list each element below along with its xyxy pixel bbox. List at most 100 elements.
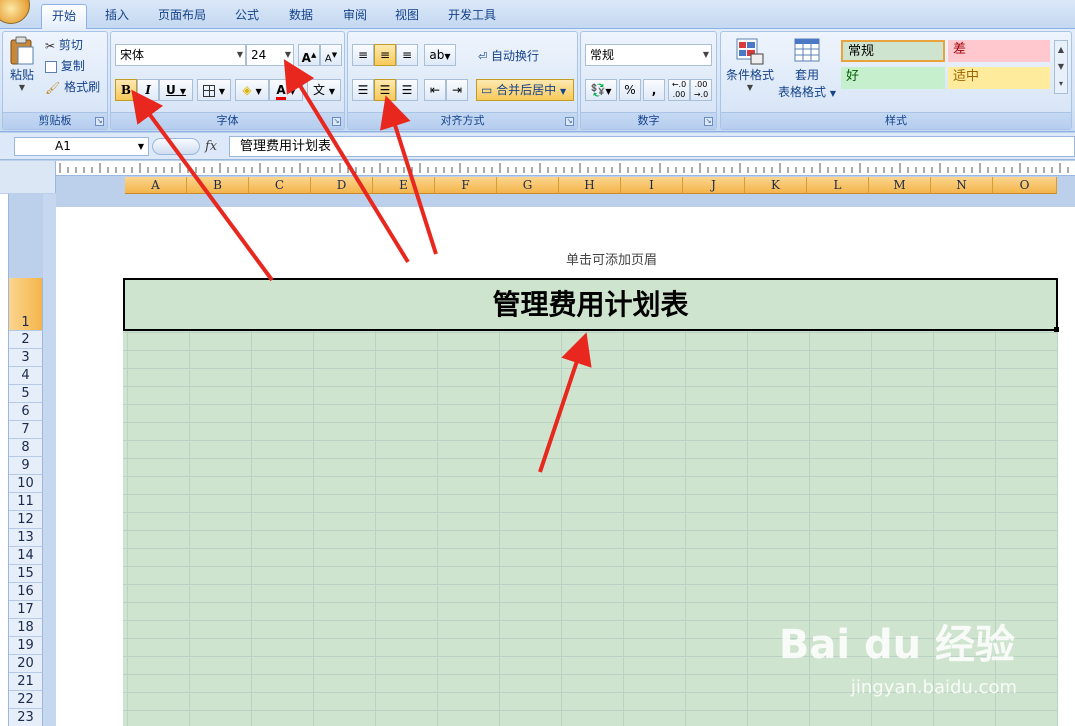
fill-color-button[interactable]: ◈ ▼ — [235, 79, 269, 101]
font-name-combo[interactable]: 宋体 ▼ — [115, 44, 246, 66]
merged-title-cell[interactable]: 管理费用计划表 — [123, 278, 1058, 331]
align-top-button[interactable]: ≡ — [352, 44, 374, 66]
styles-gallery-scroll[interactable]: ▲ ▼ ▾ — [1054, 40, 1068, 94]
grow-font-button[interactable]: A▲ — [298, 44, 320, 66]
cut-button[interactable]: ✂ 剪切 — [45, 36, 83, 53]
column-header[interactable]: J — [683, 177, 745, 194]
row-header[interactable]: 21 — [9, 673, 43, 691]
increase-decimal-button[interactable]: ←.0.00 — [668, 79, 690, 101]
copy-button[interactable]: 复制 — [45, 57, 85, 74]
select-all-corner[interactable] — [0, 161, 56, 193]
column-header[interactable]: D — [311, 177, 373, 194]
row-header[interactable]: 12 — [9, 511, 43, 529]
row-header[interactable]: 15 — [9, 565, 43, 583]
bold-button[interactable]: B — [115, 79, 137, 101]
merge-center-button[interactable]: ▭ 合并后居中 ▼ — [476, 79, 574, 101]
row-header[interactable]: 16 — [9, 583, 43, 601]
clipboard-launcher-icon[interactable]: ↘ — [95, 117, 104, 126]
brush-icon: 🖌 — [45, 80, 61, 95]
row-header[interactable]: 13 — [9, 529, 43, 547]
number-format-combo[interactable]: 常规 ▼ — [585, 44, 712, 66]
column-header[interactable]: H — [559, 177, 621, 194]
row-header[interactable]: 11 — [9, 493, 43, 511]
font-launcher-icon[interactable]: ↘ — [332, 117, 341, 126]
tab-formulas[interactable]: 公式 — [226, 4, 268, 29]
orientation-button[interactable]: ab▼ — [424, 44, 456, 66]
row-header[interactable]: 4 — [9, 367, 43, 385]
name-box[interactable]: A1 ▼ — [14, 137, 149, 156]
row-header[interactable]: 10 — [9, 475, 43, 493]
percent-button[interactable]: % — [619, 79, 641, 101]
row-header[interactable]: 2 — [9, 331, 43, 349]
page-header-hint[interactable]: 单击可添加页眉 — [566, 249, 657, 268]
office-button[interactable] — [0, 0, 30, 24]
italic-button[interactable]: I — [137, 79, 159, 101]
paste-button[interactable]: 粘贴 ▼ — [7, 36, 37, 92]
row-header[interactable]: 9 — [9, 457, 43, 475]
tab-review[interactable]: 审阅 — [334, 4, 376, 29]
format-painter-button[interactable]: 🖌 格式刷 — [45, 78, 100, 95]
borders-button[interactable]: ▼ — [197, 79, 231, 101]
formula-input[interactable]: 管理费用计划表 — [229, 136, 1075, 157]
row-header[interactable]: 8 — [9, 439, 43, 457]
phonetic-button[interactable]: 文 ▼ — [307, 79, 341, 101]
decrease-decimal-button[interactable]: .00 →.0 — [690, 79, 712, 101]
column-header[interactable]: M — [869, 177, 931, 194]
row-header[interactable]: 7 — [9, 421, 43, 439]
formula-bar-splitter[interactable] — [152, 138, 200, 155]
align-bottom-icon: ≡ — [401, 48, 413, 62]
increase-indent-button[interactable]: ⇥ — [446, 79, 468, 101]
align-bottom-button[interactable]: ≡ — [396, 44, 418, 66]
row-header[interactable]: 1 — [9, 278, 43, 331]
comma-button[interactable]: , — [643, 79, 665, 101]
row-header[interactable]: 23 — [9, 709, 43, 726]
currency-button[interactable]: 💱▼ — [585, 79, 617, 101]
tab-view[interactable]: 视图 — [386, 4, 428, 29]
align-right-button[interactable]: ☰ — [396, 79, 418, 101]
align-left-button[interactable]: ☰ — [352, 79, 374, 101]
tab-insert[interactable]: 插入 — [96, 4, 138, 29]
row-header[interactable]: 14 — [9, 547, 43, 565]
column-header[interactable]: L — [807, 177, 869, 194]
number-launcher-icon[interactable]: ↘ — [704, 117, 713, 126]
conditional-formatting-button[interactable]: 条件格式 ▼ — [725, 36, 775, 92]
style-cell-neutral[interactable]: 适中 — [948, 67, 1050, 89]
column-header[interactable]: F — [435, 177, 497, 194]
column-header[interactable]: I — [621, 177, 683, 194]
row-header[interactable]: 5 — [9, 385, 43, 403]
shrink-font-button[interactable]: A▼ — [320, 44, 342, 66]
column-header[interactable]: B — [187, 177, 249, 194]
row-header[interactable]: 20 — [9, 655, 43, 673]
row-header[interactable]: 6 — [9, 403, 43, 421]
font-color-button[interactable]: A ▼ — [269, 79, 303, 101]
font-size-combo[interactable]: 24 ▼ — [246, 44, 294, 66]
tab-developer[interactable]: 开发工具 — [440, 4, 504, 29]
decrease-indent-button[interactable]: ⇤ — [424, 79, 446, 101]
style-cell-normal[interactable]: 常规 — [841, 40, 945, 62]
column-header[interactable]: G — [497, 177, 559, 194]
row-header[interactable]: 18 — [9, 619, 43, 637]
tab-page-layout[interactable]: 页面布局 — [150, 4, 214, 29]
format-as-table-button[interactable]: 套用 表格格式 ▼ — [777, 36, 837, 100]
column-header[interactable]: K — [745, 177, 807, 194]
column-header[interactable]: O — [993, 177, 1057, 194]
wrap-text-button[interactable]: ⏎ 自动换行 — [478, 47, 539, 64]
column-header[interactable]: N — [931, 177, 993, 194]
style-cell-bad[interactable]: 差 — [948, 40, 1050, 62]
row-header[interactable]: 19 — [9, 637, 43, 655]
insert-function-icon[interactable]: fx — [205, 139, 217, 154]
row-header[interactable]: 22 — [9, 691, 43, 709]
style-cell-good[interactable]: 好 — [841, 67, 945, 89]
underline-button[interactable]: U ▼ — [159, 79, 193, 101]
row-header[interactable]: 17 — [9, 601, 43, 619]
tab-data[interactable]: 数据 — [280, 4, 322, 29]
column-header[interactable]: E — [373, 177, 435, 194]
column-header[interactable]: A — [125, 177, 187, 194]
alignment-launcher-icon[interactable]: ↘ — [565, 117, 574, 126]
row-header[interactable]: 3 — [9, 349, 43, 367]
fill-handle[interactable] — [1054, 327, 1059, 332]
align-center-button[interactable]: ☰ — [374, 79, 396, 101]
align-middle-button[interactable]: ≡ — [374, 44, 396, 66]
column-header[interactable]: C — [249, 177, 311, 194]
tab-home[interactable]: 开始 — [41, 4, 87, 29]
